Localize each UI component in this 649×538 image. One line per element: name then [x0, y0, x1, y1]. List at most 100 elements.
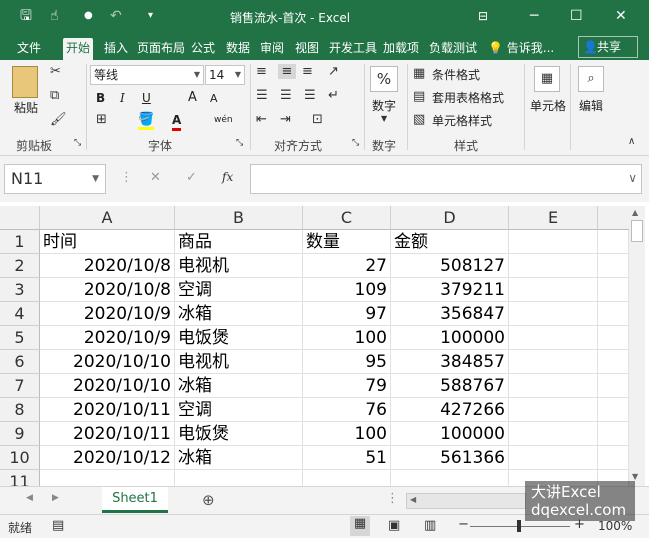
tell-me-search[interactable]: 💡 告诉我...	[485, 38, 557, 60]
zoom-level[interactable]: 100%	[598, 519, 632, 533]
row-header-5[interactable]: 5	[0, 326, 40, 350]
zoom-slider-thumb[interactable]	[517, 520, 521, 532]
cell-e8[interactable]	[509, 398, 598, 422]
tab-addins[interactable]: 加载项	[380, 38, 422, 60]
column-header-f[interactable]	[598, 206, 629, 230]
cell-a1[interactable]: 时间	[40, 230, 175, 254]
cell-f3[interactable]	[598, 278, 629, 302]
cell-a8[interactable]: 2020/10/11	[40, 398, 175, 422]
conditional-format-button[interactable]: 条件格式	[432, 67, 480, 83]
align-right-icon[interactable]: ☰	[304, 88, 316, 103]
font-color-button[interactable]: A	[172, 112, 182, 131]
cell-c6[interactable]: 95	[303, 350, 391, 374]
select-all-button[interactable]	[0, 206, 40, 230]
previous-sheet-icon[interactable]: ◀	[26, 493, 33, 503]
name-box[interactable]: N11 ▼	[4, 164, 106, 194]
shrink-font-button[interactable]: A	[210, 91, 218, 107]
underline-button[interactable]: U	[142, 90, 151, 106]
cell-a10[interactable]: 2020/10/12	[40, 446, 175, 470]
cell-b3[interactable]: 空调	[175, 278, 303, 302]
cell-e9[interactable]	[509, 422, 598, 446]
tab-developer[interactable]: 开发工具	[326, 38, 380, 60]
cell-styles-button[interactable]: 单元格样式	[432, 113, 492, 129]
row-header-8[interactable]: 8	[0, 398, 40, 422]
phonetic-button[interactable]: wén	[214, 112, 233, 128]
row-header-4[interactable]: 4	[0, 302, 40, 326]
row-header-10[interactable]: 10	[0, 446, 40, 470]
row-header-7[interactable]: 7	[0, 374, 40, 398]
increase-indent-icon[interactable]: ⇥	[280, 112, 291, 127]
number-format-button[interactable]: 数字	[372, 98, 396, 114]
orientation-icon[interactable]: ↗	[328, 64, 339, 79]
cell-f9[interactable]	[598, 422, 629, 446]
cell-f2[interactable]	[598, 254, 629, 278]
cell-c9[interactable]: 100	[303, 422, 391, 446]
column-header-b[interactable]: B	[175, 206, 303, 230]
cell-b9[interactable]: 电饭煲	[175, 422, 303, 446]
tab-data[interactable]: 数据	[223, 38, 253, 60]
cell-c7[interactable]: 79	[303, 374, 391, 398]
cell-f5[interactable]	[598, 326, 629, 350]
tab-file[interactable]: 文件	[14, 38, 44, 60]
align-top-icon[interactable]: ≡	[256, 64, 267, 79]
cell-e10[interactable]	[509, 446, 598, 470]
tab-load-test[interactable]: 负载测试	[426, 38, 480, 60]
merge-center-icon[interactable]: ⊡	[312, 112, 323, 127]
cell-c5[interactable]: 100	[303, 326, 391, 350]
decrease-indent-icon[interactable]: ⇤	[256, 112, 267, 127]
cell-e5[interactable]	[509, 326, 598, 350]
column-header-a[interactable]: A	[40, 206, 175, 230]
cell-a6[interactable]: 2020/10/10	[40, 350, 175, 374]
cell-c3[interactable]: 109	[303, 278, 391, 302]
scroll-left-icon[interactable]: ◀	[410, 495, 416, 504]
cell-a2[interactable]: 2020/10/8	[40, 254, 175, 278]
italic-button[interactable]: I	[120, 90, 125, 106]
sheet-tab-sheet1[interactable]: Sheet1	[102, 487, 168, 513]
dialog-launcher-icon[interactable]: ⤡	[74, 138, 81, 148]
dialog-launcher-icon[interactable]: ⤡	[352, 138, 359, 148]
normal-view-icon[interactable]: ▦	[350, 516, 370, 536]
cell-a4[interactable]: 2020/10/9	[40, 302, 175, 326]
cell-e2[interactable]	[509, 254, 598, 278]
cell-b4[interactable]: 冰箱	[175, 302, 303, 326]
customize-qat-icon[interactable]: ▾	[148, 7, 153, 25]
tab-home[interactable]: 开始	[63, 38, 94, 60]
dialog-launcher-icon[interactable]: ⤡	[236, 138, 243, 148]
collapse-ribbon-icon[interactable]: ∧	[628, 136, 635, 147]
cell-d9[interactable]: 100000	[391, 422, 509, 446]
copy-icon[interactable]: ⧉	[50, 88, 59, 103]
cell-b8[interactable]: 空调	[175, 398, 303, 422]
scroll-thumb[interactable]	[631, 220, 643, 242]
scroll-up-icon[interactable]: ▲	[632, 208, 638, 217]
close-button[interactable]: ✕	[615, 7, 627, 25]
cell-b10[interactable]: 冰箱	[175, 446, 303, 470]
tab-view[interactable]: 视图	[292, 38, 322, 60]
cell-e6[interactable]	[509, 350, 598, 374]
format-painter-icon[interactable]: 🖌	[50, 112, 67, 127]
cell-c8[interactable]: 76	[303, 398, 391, 422]
tab-page-layout[interactable]: 页面布局	[134, 38, 188, 60]
paste-icon[interactable]	[12, 66, 38, 98]
cell-a7[interactable]: 2020/10/10	[40, 374, 175, 398]
align-center-icon[interactable]: ☰	[280, 88, 292, 103]
share-button[interactable]: 👤 共享	[578, 36, 638, 58]
cell-e7[interactable]	[509, 374, 598, 398]
cell-a5[interactable]: 2020/10/9	[40, 326, 175, 350]
ribbon-display-icon[interactable]: ⊟	[478, 7, 488, 25]
wrap-text-icon[interactable]: ↵	[328, 88, 339, 103]
column-header-c[interactable]: C	[303, 206, 391, 230]
cell-f7[interactable]	[598, 374, 629, 398]
cell-d4[interactable]: 356847	[391, 302, 509, 326]
tab-review[interactable]: 审阅	[257, 38, 287, 60]
cell-c1[interactable]: 数量	[303, 230, 391, 254]
scroll-down-icon[interactable]: ▼	[632, 472, 638, 481]
cell-d2[interactable]: 508127	[391, 254, 509, 278]
touch-mode-icon[interactable]: ☝	[50, 7, 59, 25]
next-sheet-icon[interactable]: ▶	[52, 493, 59, 503]
borders-icon[interactable]: ⊞	[96, 112, 107, 127]
cell-c2[interactable]: 27	[303, 254, 391, 278]
cell-f6[interactable]	[598, 350, 629, 374]
cell-a3[interactable]: 2020/10/8	[40, 278, 175, 302]
undo-icon[interactable]: ↶	[110, 7, 122, 25]
cell-b6[interactable]: 电视机	[175, 350, 303, 374]
